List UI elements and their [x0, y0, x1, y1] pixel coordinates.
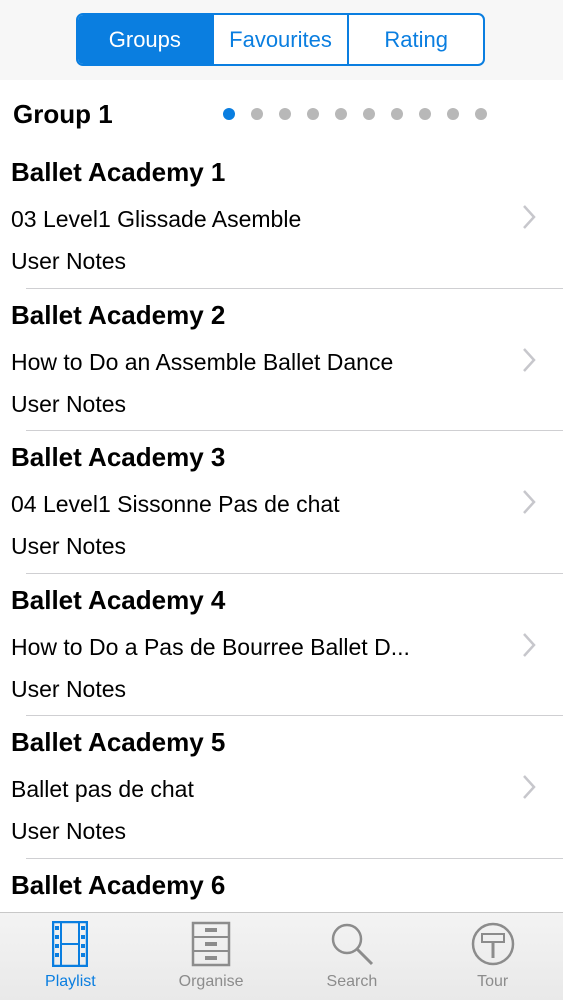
item-subtitle: How to Do an Assemble Ballet Dance	[11, 348, 394, 375]
chevron-right-icon	[521, 204, 537, 230]
cabinet-icon	[188, 919, 234, 969]
item-title: Ballet Academy 3	[11, 442, 226, 472]
page-dot	[307, 108, 319, 120]
page-dot	[447, 108, 459, 120]
magnifier-icon	[329, 919, 375, 969]
tab-label: Organise	[178, 973, 244, 990]
page-dot	[223, 108, 235, 120]
chevron-right-icon	[521, 632, 537, 658]
chevron-right-icon	[521, 489, 537, 515]
tab-tour[interactable]: Tour	[422, 913, 563, 1000]
film-strip-icon	[47, 919, 93, 969]
page-dot	[335, 108, 347, 120]
tab-label: Search	[326, 973, 378, 990]
item-title: Ballet Academy 4	[11, 584, 226, 615]
group-title: Group 1	[13, 99, 113, 129]
item-title: Ballet Academy 5	[11, 727, 226, 757]
page-dot	[475, 108, 487, 120]
chevron-right-icon	[521, 774, 537, 800]
segment-favourites[interactable]: Favourites	[211, 15, 348, 64]
item-notes: User Notes	[11, 390, 127, 417]
tab-organise[interactable]: Organise	[141, 913, 282, 1000]
item-subtitle: How to Do a Pas de Bourree Ballet D...	[11, 633, 410, 660]
segment-groups[interactable]: Groups	[78, 15, 212, 64]
item-title: Ballet Academy 6	[11, 869, 226, 900]
list-item[interactable]: Ballet Academy 3 04 Level1 Sissonne Pas …	[0, 431, 563, 574]
item-notes: User Notes	[11, 818, 127, 844]
list-item[interactable]: Ballet Academy 1 03 Level1 Glissade Asem…	[0, 146, 563, 289]
item-subtitle: 03 Level1 Glissade Asemble	[11, 206, 302, 232]
tour-sign-icon	[470, 919, 516, 969]
item-notes: User Notes	[11, 533, 127, 559]
list-item[interactable]: Ballet Academy 4 How to Do a Pas de Bour…	[0, 574, 563, 717]
item-subtitle: 04 Level1 Sissonne Pas de chat	[11, 491, 340, 517]
page-dot	[391, 108, 403, 120]
list-item[interactable]: Ballet Academy 5 Ballet pas de chat User…	[0, 716, 563, 859]
item-title: Ballet Academy 2	[11, 299, 226, 330]
item-notes: User Notes	[11, 675, 127, 702]
page-dot	[251, 108, 263, 120]
segmented-control: Groups Favourites Rating	[76, 13, 485, 66]
page-indicator[interactable]	[223, 108, 487, 120]
item-subtitle: Ballet pas de chat	[11, 776, 194, 802]
chevron-right-icon	[521, 347, 537, 373]
page-dot	[279, 108, 291, 120]
segment-rating[interactable]: Rating	[347, 15, 483, 64]
list-item[interactable]: Ballet Academy 2 How to Do an Assemble B…	[0, 289, 563, 432]
tab-playlist[interactable]: Playlist	[0, 913, 141, 1000]
list-item[interactable]: Ballet Academy 6	[0, 859, 563, 913]
page-dot	[363, 108, 375, 120]
item-notes: User Notes	[11, 248, 127, 274]
page-dot	[419, 108, 431, 120]
tab-label: Tour	[477, 973, 509, 990]
segment-bar: Groups Favourites Rating	[0, 0, 563, 80]
item-title: Ballet Academy 1	[11, 157, 226, 187]
tab-bar: Playlist Organise Search Tour	[0, 912, 563, 1000]
playlist-list: Ballet Academy 1 03 Level1 Glissade Asem…	[0, 146, 563, 912]
tab-label: Playlist	[45, 973, 96, 990]
tab-search[interactable]: Search	[282, 913, 423, 1000]
